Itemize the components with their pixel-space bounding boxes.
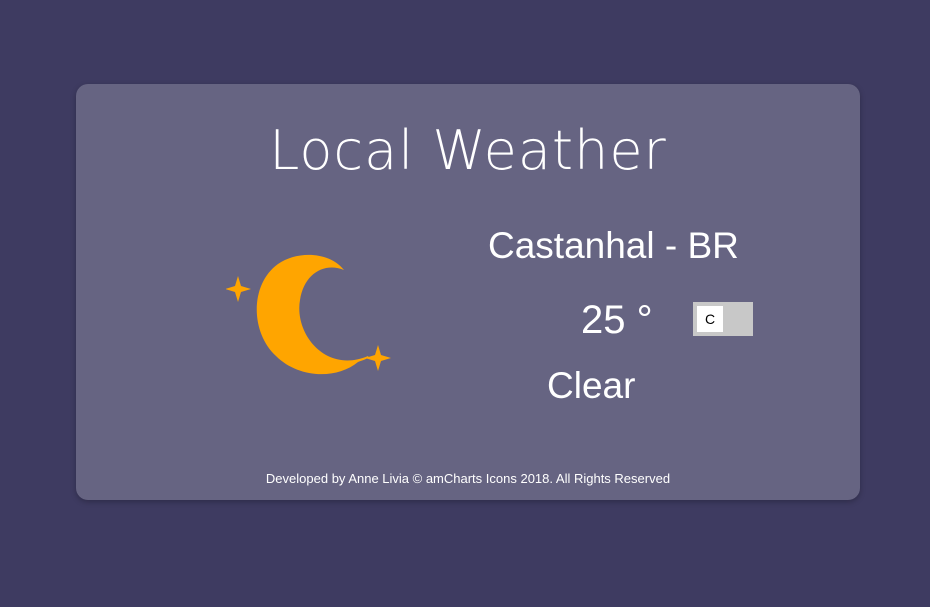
moon-stars-icon <box>225 234 406 404</box>
weather-condition: Clear <box>547 365 636 406</box>
unit-toggle-knob[interactable]: C <box>697 306 723 332</box>
temperature-value: 25 ° <box>581 298 653 342</box>
location-label: Castanhal - BR <box>488 225 739 266</box>
weather-card: Local Weather Castanhal - BR 25 ° C Clea… <box>76 84 860 500</box>
footer-credit: Developed by Anne Livia © amCharts Icons… <box>265 471 671 486</box>
unit-toggle-switch[interactable]: C <box>693 302 753 336</box>
page-title: Local Weather <box>269 119 667 182</box>
